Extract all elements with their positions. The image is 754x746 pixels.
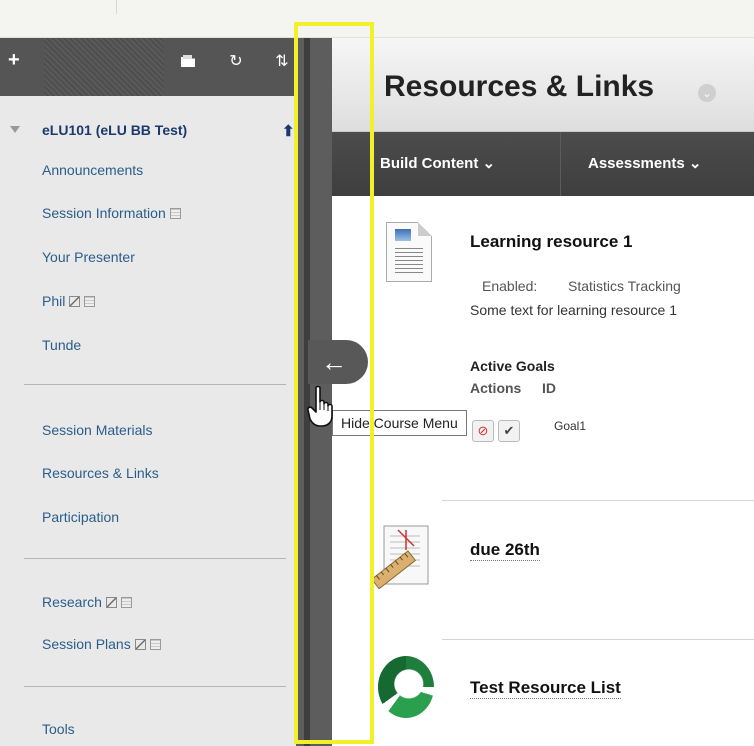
item-separator bbox=[442, 639, 754, 640]
document-icon bbox=[386, 222, 432, 282]
course-menu: + ↻ ⇅ eLU101 (eLU BB Test) ⬆ Announcemen… bbox=[0, 38, 300, 746]
content-item-title[interactable]: due 26th bbox=[470, 540, 540, 561]
sidebar-item-participation[interactable]: Participation bbox=[42, 509, 119, 525]
hide-course-menu-button[interactable]: ← bbox=[308, 340, 368, 384]
hidden-from-students-icon bbox=[134, 638, 146, 650]
enabled-label: Enabled: bbox=[482, 278, 538, 294]
content-item-title[interactable]: Test Resource List bbox=[470, 678, 621, 699]
course-menu-toolbar: + ↻ ⇅ bbox=[0, 38, 300, 96]
goals-column-actions: Actions bbox=[470, 380, 522, 396]
arrow-left-icon[interactable]: ← bbox=[321, 347, 347, 378]
refresh-icon[interactable]: ↻ bbox=[226, 51, 246, 71]
item-separator bbox=[442, 500, 754, 501]
sidebar-item-label[interactable]: Tunde bbox=[42, 337, 81, 353]
enabled-value: Statistics Tracking bbox=[568, 278, 681, 294]
document-fold bbox=[418, 222, 432, 236]
tooltip: Hide Course Menu bbox=[332, 410, 467, 436]
build-content-button[interactable]: Build Content ⌄ bbox=[380, 154, 495, 172]
collapse-triangle-icon[interactable] bbox=[10, 126, 20, 133]
action-bar: Build Content ⌄ Assessments ⌄ bbox=[332, 132, 754, 196]
sidebar-item-research[interactable]: Research bbox=[42, 594, 132, 610]
folder-icon[interactable] bbox=[178, 51, 198, 71]
empty-area-icon bbox=[169, 207, 181, 219]
sidebar-item-label[interactable]: Tools bbox=[42, 721, 75, 737]
goals-header: Active Goals bbox=[470, 358, 555, 374]
course-title[interactable]: eLU101 (eLU BB Test) bbox=[42, 122, 187, 138]
sidebar-item-your-presenter[interactable]: Your Presenter bbox=[42, 249, 135, 265]
content-area: Resources & Links ⌄ Build Content ⌄ Asse… bbox=[332, 38, 754, 746]
goal-id: Goal1 bbox=[554, 419, 587, 433]
sidebar-item-session-plans[interactable]: Session Plans bbox=[42, 636, 161, 652]
resource-list-icon bbox=[378, 656, 434, 718]
remove-goal-icon[interactable]: ⊘ bbox=[472, 420, 494, 442]
document-lines bbox=[395, 245, 423, 273]
plus-icon[interactable]: + bbox=[8, 50, 20, 70]
course-menu-arrow-icon[interactable]: ⬆ bbox=[282, 122, 295, 140]
sidebar-item-label[interactable]: Announcements bbox=[42, 162, 143, 178]
course-title-row[interactable]: eLU101 (eLU BB Test) ⬆ bbox=[0, 120, 300, 142]
chevron-down-icon[interactable]: ⌄ bbox=[698, 84, 716, 102]
sidebar-item-tunde[interactable]: Tunde bbox=[42, 337, 81, 353]
check-icon[interactable]: ✔ bbox=[498, 420, 520, 442]
sidebar-item-label[interactable]: Resources & Links bbox=[42, 465, 159, 481]
hidden-from-students-icon bbox=[69, 295, 81, 307]
hand-cursor-icon bbox=[307, 385, 333, 427]
sidebar-item-tools[interactable]: Tools bbox=[42, 721, 75, 737]
empty-area-icon bbox=[120, 596, 132, 608]
sidebar-item-resources-links[interactable]: Resources & Links bbox=[42, 465, 159, 481]
assessments-button[interactable]: Assessments ⌄ bbox=[588, 154, 701, 172]
document-picture bbox=[395, 229, 411, 241]
menu-divider bbox=[24, 384, 286, 385]
action-bar-separator bbox=[560, 132, 561, 196]
strip-divider bbox=[116, 0, 117, 14]
hidden-from-students-icon bbox=[105, 596, 117, 608]
sidebar-item-label[interactable]: Session Plans bbox=[42, 636, 131, 652]
sidebar-item-label[interactable]: Your Presenter bbox=[42, 249, 135, 265]
sidebar-item-announcements[interactable]: Announcements bbox=[42, 162, 143, 178]
sidebar-item-label[interactable]: Phil bbox=[42, 293, 65, 309]
menu-divider bbox=[24, 686, 286, 687]
empty-area-icon bbox=[84, 295, 96, 307]
content-item-title[interactable]: Learning resource 1 bbox=[470, 232, 633, 252]
page-title: Resources & Links bbox=[384, 70, 655, 103]
assignment-icon bbox=[372, 525, 429, 590]
sidebar-item-label[interactable]: Research bbox=[42, 594, 102, 610]
toolbar-hatch bbox=[44, 38, 164, 96]
sidebar-item-session-materials[interactable]: Session Materials bbox=[42, 422, 153, 438]
content-item-description: Some text for learning resource 1 bbox=[470, 302, 677, 318]
browser-top-strip bbox=[0, 0, 754, 38]
sidebar-item-label[interactable]: Session Materials bbox=[42, 422, 153, 438]
sidebar-item-phil[interactable]: Phil bbox=[42, 293, 96, 309]
empty-area-icon bbox=[149, 638, 161, 650]
goals-column-id: ID bbox=[542, 380, 556, 396]
sidebar-item-label[interactable]: Participation bbox=[42, 509, 119, 525]
sidebar-item-label[interactable]: Session Information bbox=[42, 205, 166, 221]
sidebar-item-session-information[interactable]: Session Information bbox=[42, 205, 181, 221]
menu-divider bbox=[24, 558, 286, 559]
reorder-icon[interactable]: ⇅ bbox=[272, 51, 292, 71]
page-header: Resources & Links ⌄ bbox=[332, 38, 754, 132]
